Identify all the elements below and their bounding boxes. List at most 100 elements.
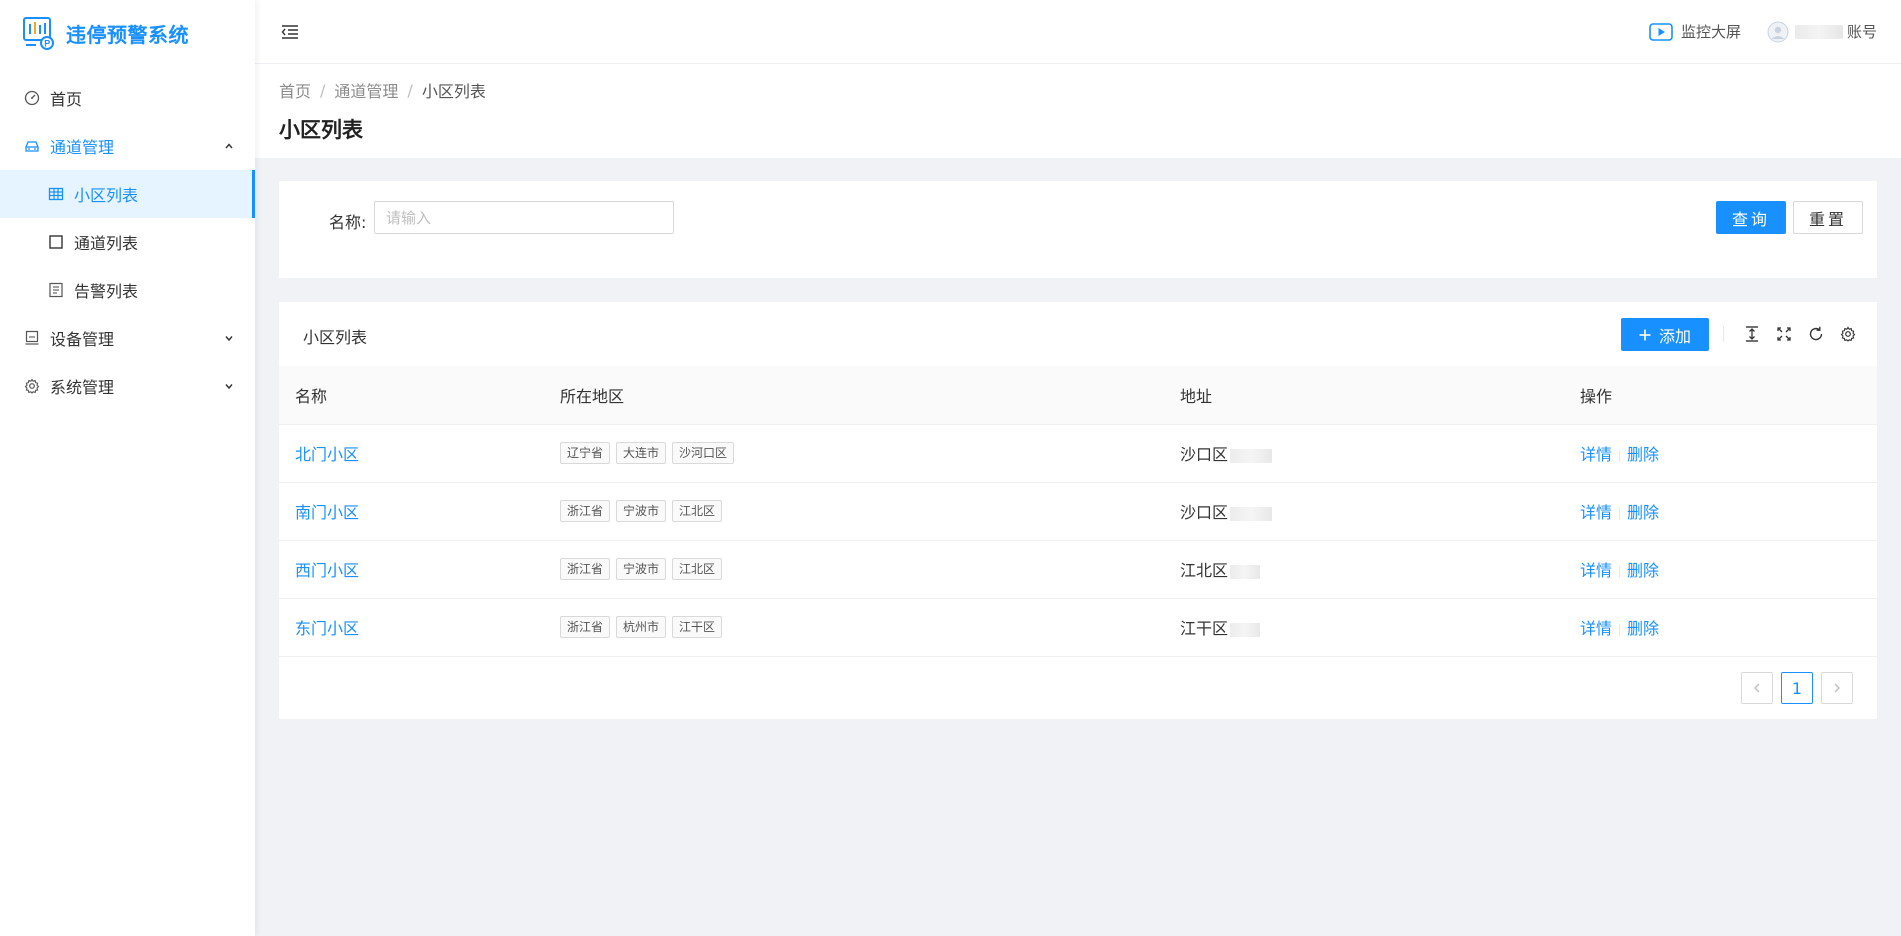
region-tag: 江干区 — [672, 616, 723, 638]
page-header: 首页 / 通道管理 / 小区列表 小区列表 — [255, 64, 1901, 158]
chevron-left-icon — [1754, 683, 1760, 693]
list-icon — [48, 282, 64, 298]
table-row: 西门小区 浙江省 宁波市 江北区 江北区 详情 删除 — [279, 540, 1877, 599]
delete-link[interactable]: 删除 — [1627, 445, 1659, 464]
community-name-link[interactable]: 北门小区 — [295, 445, 359, 464]
plus-icon — [1639, 329, 1651, 341]
masked-username — [1794, 24, 1843, 39]
car-icon — [24, 138, 40, 154]
sidebar-item-label: 告警列表 — [74, 282, 139, 301]
table-row: 南门小区 浙江省 宁波市 江北区 沙口区 详情 删除 — [279, 482, 1877, 541]
community-name-link[interactable]: 南门小区 — [295, 503, 359, 522]
chevron-right-icon — [1834, 683, 1840, 693]
breadcrumb: 首页 / 通道管理 / 小区列表 — [279, 78, 1901, 102]
action-divider — [1619, 507, 1621, 520]
action-divider — [1619, 565, 1621, 578]
breadcrumb-home[interactable]: 首页 — [279, 78, 311, 102]
masked-address — [1230, 622, 1261, 637]
sidebar-item-channel-list[interactable]: 通道列表 — [0, 218, 255, 266]
region-tag: 浙江省 — [560, 558, 611, 580]
device-icon — [24, 330, 40, 346]
page-title: 小区列表 — [279, 118, 363, 142]
square-icon — [48, 234, 64, 250]
detail-link[interactable]: 详情 — [1580, 619, 1612, 638]
region-tag: 浙江省 — [560, 500, 611, 522]
pagination: 1 — [1733, 672, 1853, 704]
play-screen-icon — [1649, 22, 1673, 41]
delete-link[interactable]: 删除 — [1627, 503, 1659, 522]
reset-button[interactable]: 重置 — [1793, 201, 1863, 234]
menu-fold-icon[interactable] — [279, 21, 301, 43]
avatar — [1767, 21, 1789, 42]
toolbar-divider — [1723, 326, 1724, 342]
parking-monitor-logo-icon: P — [23, 17, 54, 50]
masked-address — [1230, 448, 1273, 463]
region-tag: 浙江省 — [560, 616, 611, 638]
sidebar-item-label: 通道列表 — [74, 234, 139, 253]
address-text: 沙口区 — [1180, 503, 1229, 522]
account-menu[interactable]: 账号 — [1767, 21, 1877, 43]
sidebar-item-community-list[interactable]: 小区列表 — [0, 170, 255, 218]
sidebar: P 违停预警系统 首页 通道管理 小区列表 通道列表 告警列表 设备管理 系统管… — [0, 0, 255, 936]
sidebar-item-label: 小区列表 — [74, 186, 139, 205]
next-page-button[interactable] — [1821, 672, 1853, 704]
chevron-down-icon — [223, 332, 235, 344]
monitor-screen-link[interactable]: 监控大屏 — [1649, 21, 1741, 42]
column-settings-icon[interactable] — [1839, 325, 1857, 343]
community-name-link[interactable]: 东门小区 — [295, 619, 359, 638]
address-text: 沙口区 — [1180, 445, 1229, 464]
dashboard-icon — [24, 90, 40, 106]
breadcrumb-current: 小区列表 — [421, 82, 486, 101]
sidebar-item-label: 设备管理 — [50, 330, 115, 349]
delete-link[interactable]: 删除 — [1627, 561, 1659, 580]
action-divider — [1619, 623, 1621, 636]
gear-icon — [24, 378, 40, 394]
region-tag: 沙河口区 — [672, 442, 735, 464]
prev-page-button[interactable] — [1741, 672, 1773, 704]
fullscreen-icon[interactable] — [1775, 325, 1793, 343]
community-table: 名称 所在地区 地址 操作 北门小区 辽宁省 大连市 沙河口区 沙口区 详情 删除 南… — [279, 366, 1877, 657]
search-form: 名称: 查询 重置 — [279, 181, 1877, 278]
chevron-up-icon — [223, 140, 235, 152]
detail-link[interactable]: 详情 — [1580, 503, 1612, 522]
row-density-icon[interactable] — [1743, 325, 1761, 343]
sidebar-item-home[interactable]: 首页 — [0, 74, 255, 122]
column-header-actions: 操作 — [1564, 366, 1877, 425]
masked-address — [1230, 564, 1261, 579]
table-title: 小区列表 — [303, 328, 368, 347]
add-button-label: 添加 — [1658, 326, 1691, 346]
sidebar-menu: 首页 通道管理 小区列表 通道列表 告警列表 设备管理 系统管理 — [0, 74, 255, 410]
app-title: 违停预警系统 — [66, 22, 189, 47]
query-button[interactable]: 查询 — [1716, 201, 1786, 234]
region-tag: 辽宁省 — [560, 442, 611, 464]
region-tag: 江北区 — [672, 500, 723, 522]
sidebar-item-system-management[interactable]: 系统管理 — [0, 362, 255, 410]
region-tag: 大连市 — [616, 442, 667, 464]
region-tag: 江北区 — [672, 558, 723, 580]
detail-link[interactable]: 详情 — [1580, 445, 1612, 464]
region-tag: 杭州市 — [616, 616, 667, 638]
masked-address — [1230, 506, 1273, 521]
breadcrumb-separator: / — [320, 80, 326, 100]
breadcrumb-channel-management[interactable]: 通道管理 — [334, 78, 398, 102]
table-row: 东门小区 浙江省 杭州市 江干区 江干区 详情 删除 — [279, 598, 1877, 657]
sidebar-item-channel-management[interactable]: 通道管理 — [0, 122, 255, 170]
sidebar-item-device-management[interactable]: 设备管理 — [0, 314, 255, 362]
add-button[interactable]: 添加 — [1621, 318, 1709, 351]
column-header-name: 名称 — [279, 366, 544, 425]
column-header-address: 地址 — [1164, 366, 1564, 425]
name-label: 名称: — [329, 213, 367, 232]
chevron-down-icon — [223, 380, 235, 392]
delete-link[interactable]: 删除 — [1627, 619, 1659, 638]
sidebar-item-alarm-list[interactable]: 告警列表 — [0, 266, 255, 314]
region-tag: 宁波市 — [616, 500, 667, 522]
community-name-link[interactable]: 西门小区 — [295, 561, 359, 580]
table-icon — [48, 186, 64, 202]
address-text: 江干区 — [1180, 619, 1229, 638]
table-row: 北门小区 辽宁省 大连市 沙河口区 沙口区 详情 删除 — [279, 424, 1877, 483]
page-number-button[interactable]: 1 — [1781, 672, 1813, 704]
app-logo[interactable]: P 违停预警系统 — [0, 0, 255, 66]
refresh-icon[interactable] — [1807, 325, 1825, 343]
detail-link[interactable]: 详情 — [1580, 561, 1612, 580]
name-search-input[interactable] — [374, 201, 674, 234]
